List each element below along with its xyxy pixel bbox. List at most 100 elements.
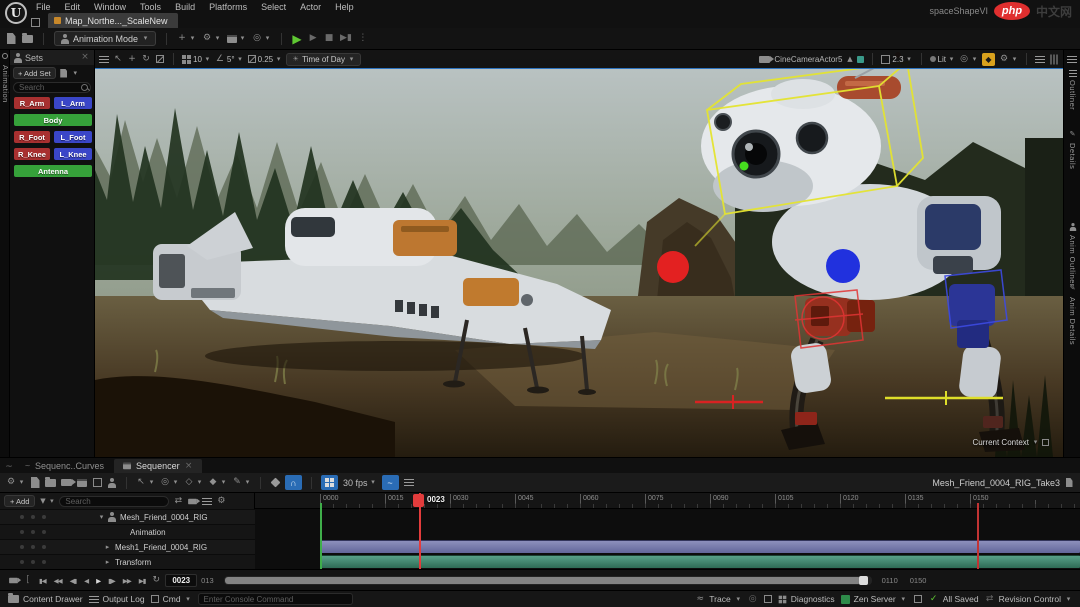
track-row-mesh1[interactable]: ▸ Mesh1_Friend_0004_RIG xyxy=(0,539,255,554)
derived-data-icon[interactable] xyxy=(913,593,923,605)
view-mode-dropdown[interactable]: Lit▾ xyxy=(930,53,955,65)
play-dim-icon[interactable]: ▶ xyxy=(308,33,318,45)
scrollbar-bar[interactable] xyxy=(225,577,861,584)
jump-to-start-button[interactable]: ▮◀ xyxy=(37,577,48,585)
time-of-day-button[interactable]: ☀ Time of Day ▾ xyxy=(286,53,361,66)
menu-platforms[interactable]: Platforms xyxy=(203,2,253,12)
menu-file[interactable]: File xyxy=(30,2,57,12)
tab-anim-details[interactable]: ✎ Anim Details xyxy=(1064,282,1080,345)
playback-start-marker[interactable] xyxy=(320,503,322,569)
edit-options-dropdown[interactable]: ✎▾ xyxy=(232,477,251,489)
pin-icon[interactable] xyxy=(2,53,8,59)
outliner-view-icon[interactable] xyxy=(202,495,212,507)
transform-section-bar[interactable] xyxy=(320,555,1080,568)
control-r-foot[interactable]: R_Foot xyxy=(14,131,50,143)
add-actor-icon[interactable] xyxy=(107,477,117,489)
sequence-name[interactable]: Mesh_Friend_0004_RIG_Take3 xyxy=(932,478,1060,488)
timeline[interactable]: 0000 0015 0030 0045 0060 0075 0090 0105 … xyxy=(255,493,1080,569)
jump-to-end-button[interactable]: ▶▮ xyxy=(137,577,148,585)
import-set-icon[interactable] xyxy=(59,67,69,79)
playhead-marker[interactable] xyxy=(413,494,424,507)
camera-lock-icon[interactable] xyxy=(8,575,19,587)
play-options-icon[interactable]: ⋮ xyxy=(358,33,368,45)
sets-panel-tab[interactable]: Sets × xyxy=(10,50,94,65)
expander-icon[interactable]: ▾ xyxy=(98,511,105,523)
track-row-animation[interactable]: Animation xyxy=(0,524,255,539)
console-command-input[interactable] xyxy=(198,593,353,605)
unreal-logo-icon[interactable]: U xyxy=(5,2,27,24)
eject-icon[interactable]: ▲ xyxy=(846,53,853,65)
menu-tools[interactable]: Tools xyxy=(134,2,167,12)
expander-icon[interactable]: ▸ xyxy=(104,556,111,568)
content-browser-icon[interactable] xyxy=(22,33,33,45)
level-tab[interactable]: Map_Northe..._ScaleNew xyxy=(48,13,178,28)
timeline-ruler[interactable]: 0000 0015 0030 0045 0060 0075 0090 0105 … xyxy=(255,493,1080,509)
output-log-button[interactable]: Output Log xyxy=(89,594,145,604)
seq-options-dropdown[interactable]: ⚙▾ xyxy=(6,477,25,489)
browse-sequence-icon[interactable] xyxy=(45,477,56,489)
track-search-input[interactable] xyxy=(59,496,169,507)
fast-forward-button[interactable]: ▶▶ xyxy=(121,577,133,585)
revision-control-dropdown[interactable]: ⇄ Revision Control ▾ xyxy=(985,593,1072,605)
panel-list-icon[interactable] xyxy=(1035,53,1045,65)
previous-key-button[interactable]: ◀▮ xyxy=(68,577,79,585)
animation-section-bar[interactable] xyxy=(320,540,1080,553)
tab-details[interactable]: ✎ Details xyxy=(1064,128,1080,169)
fps-icon[interactable] xyxy=(764,595,772,603)
control-r-knee[interactable]: R_Knee xyxy=(14,148,50,160)
control-r-arm[interactable]: R_Arm xyxy=(14,97,50,109)
track-filters-icon[interactable] xyxy=(404,477,414,489)
menu-actor[interactable]: Actor xyxy=(294,2,327,12)
tab-outliner[interactable]: Outliner xyxy=(1064,70,1080,110)
animation-vertical-tab[interactable]: Animation xyxy=(1,65,10,103)
director-blueprint-icon[interactable] xyxy=(92,477,102,489)
fps-dropdown[interactable]: 30 fps▾ xyxy=(343,477,377,489)
viewport-settings-dropdown[interactable]: ⚙▾ xyxy=(999,53,1018,65)
menu-build[interactable]: Build xyxy=(169,2,201,12)
control-l-knee[interactable]: L_Knee xyxy=(54,148,92,160)
grid-snap-control[interactable]: 10▾ xyxy=(182,53,211,65)
save-sequence-icon[interactable] xyxy=(30,477,40,489)
save-icon[interactable] xyxy=(6,33,16,45)
play-button[interactable]: ▶ xyxy=(292,33,302,45)
expander-icon[interactable]: ▸ xyxy=(104,541,111,553)
tab-sequencer-curves[interactable]: ~ Sequenc..Curves xyxy=(16,459,112,473)
menu-window[interactable]: Window xyxy=(88,2,132,12)
viewport[interactable]: ↖ + ↻ 10▾ ∠ 5°▾ 0.25▾ ☀ xyxy=(95,50,1063,457)
add-set-button[interactable]: + Add Set xyxy=(13,67,56,79)
zen-server-dropdown[interactable]: Zen Server ▾ xyxy=(841,593,907,605)
close-icon[interactable]: × xyxy=(184,460,194,472)
diagnostics-button[interactable]: Diagnostics xyxy=(778,594,835,604)
mark-in-icon[interactable]: [ xyxy=(23,575,33,587)
curve-editor-button[interactable]: ~ xyxy=(382,475,399,490)
current-frame-field[interactable]: 0023 xyxy=(165,574,197,587)
trace-dropdown[interactable]: ≈ Trace ▾ xyxy=(695,593,741,605)
snap-button[interactable] xyxy=(321,475,338,490)
move-tool-icon[interactable]: + xyxy=(127,53,137,65)
play-forward-button[interactable]: ▶ xyxy=(94,577,102,585)
actions-dropdown[interactable]: ↖▾ xyxy=(136,477,155,489)
cinematics-dropdown[interactable]: ▾ xyxy=(227,33,246,45)
content-drawer-button[interactable]: Content Drawer xyxy=(8,594,83,604)
loop-button[interactable]: ↻ xyxy=(151,575,161,587)
create-camera-icon[interactable] xyxy=(61,477,72,489)
menu-edit[interactable]: Edit xyxy=(59,2,87,12)
filmback-control[interactable]: 2.3▾ xyxy=(881,53,912,65)
add-actor-dropdown[interactable]: +▾ xyxy=(177,33,196,45)
add-track-button[interactable]: + Add xyxy=(4,495,35,507)
rotation-snap-control[interactable]: ∠ 5°▾ xyxy=(215,53,244,65)
track-row-rig[interactable]: ▾ Mesh_Friend_0004_RIG xyxy=(0,509,255,524)
camera-name[interactable]: CineCameraActor5 xyxy=(774,55,842,64)
quick-settings-dropdown[interactable]: ◎▾ xyxy=(252,33,271,45)
marked-frames-dropdown[interactable]: ◆▾ xyxy=(208,477,227,489)
gear-icon[interactable]: ⚙ xyxy=(216,495,226,507)
stop-button[interactable]: ■ xyxy=(324,33,334,45)
tab-sequencer[interactable]: Sequencer × xyxy=(114,459,202,473)
tab-anim-outliner[interactable]: Anim Outliner xyxy=(1064,222,1080,287)
track-row-transform[interactable]: ▸ Transform xyxy=(0,554,255,569)
blueprints-dropdown[interactable]: ⚙▾ xyxy=(202,33,221,45)
filter-dropdown[interactable]: ▼▾ xyxy=(39,495,55,507)
sidebar-toggle-icon[interactable] xyxy=(30,16,40,28)
skip-button[interactable]: ▶▮ xyxy=(340,33,352,45)
editor-mode-dropdown[interactable]: Animation Mode ▾ xyxy=(54,31,156,46)
